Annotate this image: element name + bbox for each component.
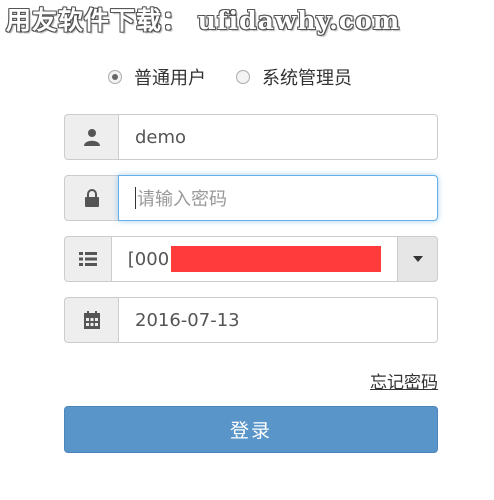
role-option-normal-user[interactable]: 普通用户 <box>108 64 206 90</box>
account-select[interactable]: [000 <box>110 236 399 282</box>
normal-user-label: 普通用户 <box>134 68 206 89</box>
account-value: [000 <box>127 248 170 270</box>
username-addon <box>64 114 118 160</box>
account-dropdown-button[interactable] <box>398 236 438 282</box>
password-addon <box>64 175 118 221</box>
password-placeholder: 请输入密码 <box>137 189 227 210</box>
role-selector: 普通用户 系统管理员 <box>108 62 382 92</box>
text-caret <box>135 187 136 209</box>
account-addon <box>64 236 111 282</box>
watermark: 用友软件下载： ufidawhy.com <box>6 6 401 35</box>
username-input[interactable]: demo <box>118 114 438 160</box>
date-field-group: 2016-07-13 <box>64 297 438 343</box>
password-input[interactable]: 请输入密码 <box>118 175 438 221</box>
caret-down-icon <box>412 256 423 262</box>
lock-icon <box>84 189 99 207</box>
system-admin-label: 系统管理员 <box>262 68 352 89</box>
forgot-password-link[interactable]: 忘记密码 <box>370 368 438 393</box>
username-value: demo <box>135 126 187 148</box>
username-field-group: demo <box>64 114 438 160</box>
system-admin-radio[interactable] <box>236 70 250 84</box>
list-icon <box>78 252 97 266</box>
user-icon <box>83 129 100 146</box>
login-button[interactable]: 登录 <box>64 406 438 453</box>
date-addon <box>64 297 118 343</box>
date-value: 2016-07-13 <box>135 309 240 331</box>
normal-user-radio[interactable] <box>108 70 122 84</box>
role-option-system-admin[interactable]: 系统管理员 <box>236 64 352 90</box>
account-field-group: [000 <box>64 236 438 282</box>
redaction-mark <box>171 246 382 272</box>
password-field-group: 请输入密码 <box>64 175 438 221</box>
date-input[interactable]: 2016-07-13 <box>118 297 438 343</box>
calendar-icon <box>83 311 100 329</box>
